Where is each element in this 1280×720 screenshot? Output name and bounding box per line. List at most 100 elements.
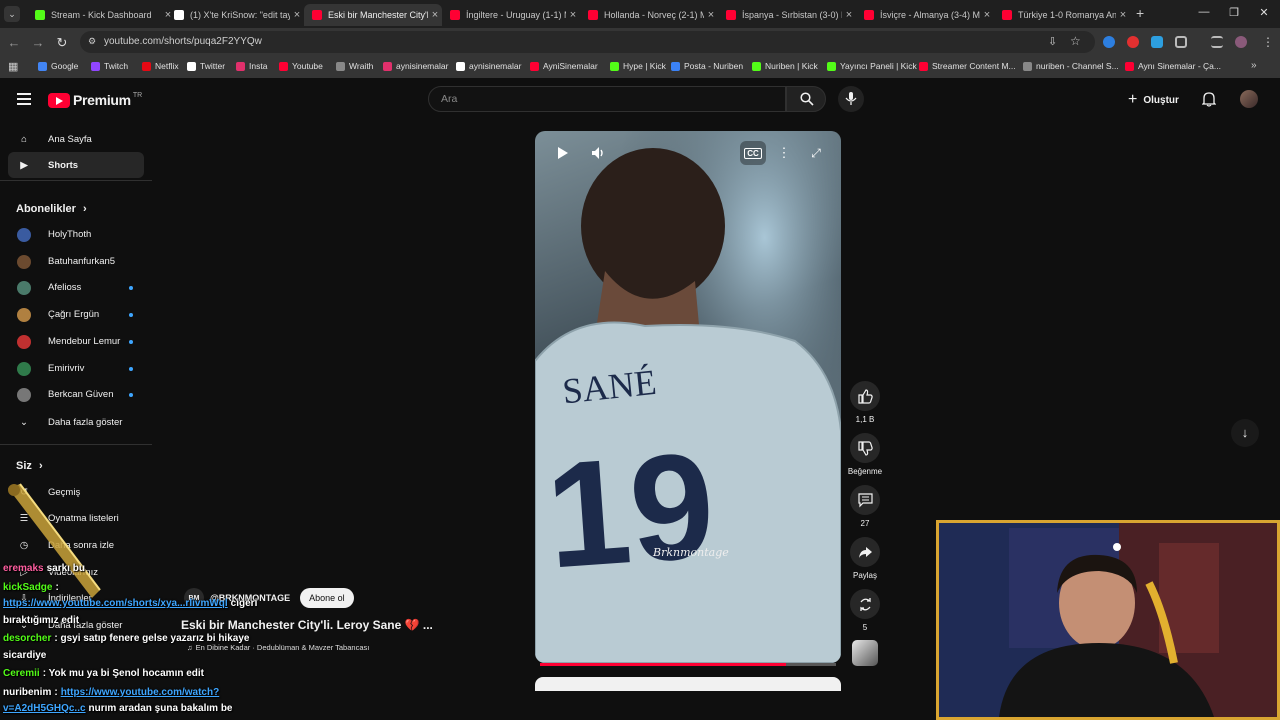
browser-tab[interactable]: (1) X'te KriSnow: "edit tay ×	[166, 4, 304, 26]
like-button[interactable]	[850, 381, 880, 411]
voice-search-button[interactable]	[838, 86, 864, 112]
you-heading[interactable]: Siz ›	[16, 460, 43, 472]
browser-tab[interactable]: İspanya - Sırbistan (3-0) M ×	[718, 4, 856, 26]
omnibox[interactable]: ⚙ youtube.com/shorts/puqa2F2YYQw ⇩ ☆	[80, 31, 1095, 53]
new-tab-button[interactable]: +	[1136, 5, 1144, 21]
browser-tab[interactable]: Stream - Kick Dashboard ×	[27, 4, 175, 26]
notifications-bell-icon[interactable]	[1201, 91, 1217, 112]
youtube-premium-logo[interactable]: Premium TR	[48, 92, 142, 108]
back-button[interactable]: ←	[6, 35, 22, 50]
subscription-item[interactable]: Berkcan Güven	[8, 383, 144, 407]
more-options-button[interactable]: ⋮	[772, 141, 796, 165]
bookmark-item[interactable]: aynisinemalar	[456, 61, 521, 71]
bookmark-item[interactable]: Hype | Kick	[610, 61, 666, 71]
next-short-preview[interactable]	[535, 677, 841, 691]
browser-tab[interactable]: İngiltere - Uruguay (1-1) M ×	[442, 4, 580, 26]
sidebar-item-shorts[interactable]: ▶ Shorts	[8, 152, 144, 178]
close-tab-icon[interactable]: ×	[704, 9, 718, 21]
show-more-subscriptions[interactable]: ⌄ Daha fazla göster	[8, 409, 144, 435]
close-tab-icon[interactable]: ×	[842, 9, 856, 21]
subscription-item[interactable]: Emirivriv	[8, 357, 144, 381]
subscription-item[interactable]: Çağrı Ergün	[8, 303, 144, 327]
profile-avatar-icon[interactable]	[1235, 36, 1247, 48]
minimize-button[interactable]: —	[1196, 6, 1212, 18]
browser-tab[interactable]: İsviçre - Almanya (3-4) M ×	[856, 4, 994, 26]
close-tab-icon[interactable]: ×	[428, 9, 442, 21]
dislike-action[interactable]: Beğenme	[848, 433, 882, 476]
bookmark-item[interactable]: Twitch	[91, 61, 128, 71]
short-title[interactable]: Eski bir Manchester City'li. Leroy Sane …	[181, 618, 433, 632]
remix-action[interactable]: 5	[848, 589, 882, 632]
sidebar-item-home[interactable]: ⌂ Ana Sayfa	[8, 126, 144, 152]
bookmark-item[interactable]: Wraith	[336, 61, 373, 71]
close-tab-icon[interactable]: ×	[980, 9, 994, 21]
sound-thumbnail[interactable]	[852, 640, 878, 666]
share-action[interactable]: Paylaş	[848, 537, 882, 580]
shorts-video-player[interactable]: SANÉ 19 Brknmontage CC ⋮ ⤢	[535, 131, 841, 663]
bookmark-item[interactable]: Twitter	[187, 61, 225, 71]
share-button[interactable]	[850, 537, 880, 567]
bookmark-item[interactable]: Youtube	[279, 61, 323, 71]
bookmark-item[interactable]: Streamer Content M...	[919, 61, 1016, 71]
browser-tab[interactable]: Türkiye 1-0 Romanya Ana ×	[994, 4, 1130, 26]
bookmark-item[interactable]: nuriben - Channel S...	[1023, 61, 1119, 71]
media-control-icon[interactable]	[1211, 36, 1223, 48]
comments-button[interactable]	[850, 485, 880, 515]
bookmark-item[interactable]: Yayıncı Paneli | Kick	[827, 61, 917, 71]
sidebar-item-label: Ana Sayfa	[48, 133, 92, 145]
bookmark-item[interactable]: Nuriben | Kick	[752, 61, 818, 71]
hamburger-menu-icon[interactable]	[17, 93, 31, 105]
close-tab-icon[interactable]: ×	[1116, 9, 1130, 21]
extension-icon-1[interactable]	[1103, 36, 1115, 48]
bookmark-item[interactable]: AyniSinemalar	[530, 61, 598, 71]
bookmark-item[interactable]: aynisinemalar	[383, 61, 448, 71]
install-app-icon[interactable]: ⇩	[1048, 35, 1057, 48]
bookmark-item[interactable]: Posta - Nuriben	[671, 61, 743, 71]
subscription-item[interactable]: Mendebur Lemur	[8, 330, 144, 354]
restore-button[interactable]: ❐	[1226, 6, 1242, 19]
bookmark-item[interactable]: Aynı Sinemalar - Ça...	[1125, 61, 1221, 71]
apps-grid-icon[interactable]: ▦	[8, 60, 18, 73]
fullscreen-button[interactable]: ⤢	[804, 141, 828, 165]
short-song[interactable]: ♫ En Dibine Kadar · Dedublüman & Mavzer T…	[187, 643, 369, 652]
create-button[interactable]: + Oluştur	[1128, 91, 1179, 109]
video-progress-bar[interactable]	[540, 663, 836, 666]
volume-button[interactable]	[586, 141, 610, 165]
subscribe-button[interactable]: Abone ol	[300, 588, 354, 608]
captions-button[interactable]: CC	[740, 141, 766, 165]
search-button[interactable]	[786, 86, 826, 112]
account-avatar[interactable]	[1240, 90, 1258, 108]
tab-search-button[interactable]: ⌄	[4, 6, 20, 22]
extension-icon-2[interactable]	[1127, 36, 1139, 48]
chevron-right-icon: ›	[82, 203, 87, 215]
extensions-puzzle-icon[interactable]	[1175, 36, 1187, 48]
dislike-button[interactable]	[850, 433, 880, 463]
close-window-button[interactable]: ✕	[1256, 6, 1272, 19]
bookmark-star-icon[interactable]: ☆	[1070, 34, 1081, 48]
subscriptions-heading[interactable]: Abonelikler ›	[16, 203, 87, 215]
bookmark-item[interactable]: Google	[38, 61, 78, 71]
browser-tab[interactable]: Hollanda - Norveç (2-1) M ×	[580, 4, 718, 26]
forward-button[interactable]: →	[30, 35, 46, 50]
browser-menu-icon[interactable]: ⋮	[1262, 35, 1274, 49]
reload-button[interactable]: ↻	[54, 35, 70, 51]
browser-tab[interactable]: Eski bir Manchester City'li ×	[304, 4, 442, 26]
chat-link[interactable]: https://www.youtube.com/watch?	[61, 687, 220, 698]
search-input[interactable]: Ara	[428, 86, 786, 112]
more-bookmarks-icon[interactable]: »	[1251, 60, 1257, 71]
close-tab-icon[interactable]: ×	[290, 9, 304, 21]
subscription-item[interactable]: HolyThoth	[8, 223, 144, 247]
url-text[interactable]: youtube.com/shorts/puqa2F2YYQw	[104, 36, 262, 47]
down-arrow-button[interactable]: ↓	[1231, 419, 1259, 447]
extension-icon-3[interactable]	[1151, 36, 1163, 48]
close-tab-icon[interactable]: ×	[566, 9, 580, 21]
remix-button[interactable]	[850, 589, 880, 619]
play-button[interactable]	[551, 141, 575, 165]
bookmark-item[interactable]: Netflix	[142, 61, 179, 71]
bookmark-item[interactable]: Insta	[236, 61, 267, 71]
subscription-item[interactable]: Batuhanfurkan5	[8, 250, 144, 274]
site-info-icon[interactable]: ⚙	[88, 36, 96, 47]
like-action[interactable]: 1,1 B	[848, 381, 882, 424]
comments-action[interactable]: 27	[848, 485, 882, 528]
subscription-item[interactable]: Afelioss	[8, 276, 144, 300]
